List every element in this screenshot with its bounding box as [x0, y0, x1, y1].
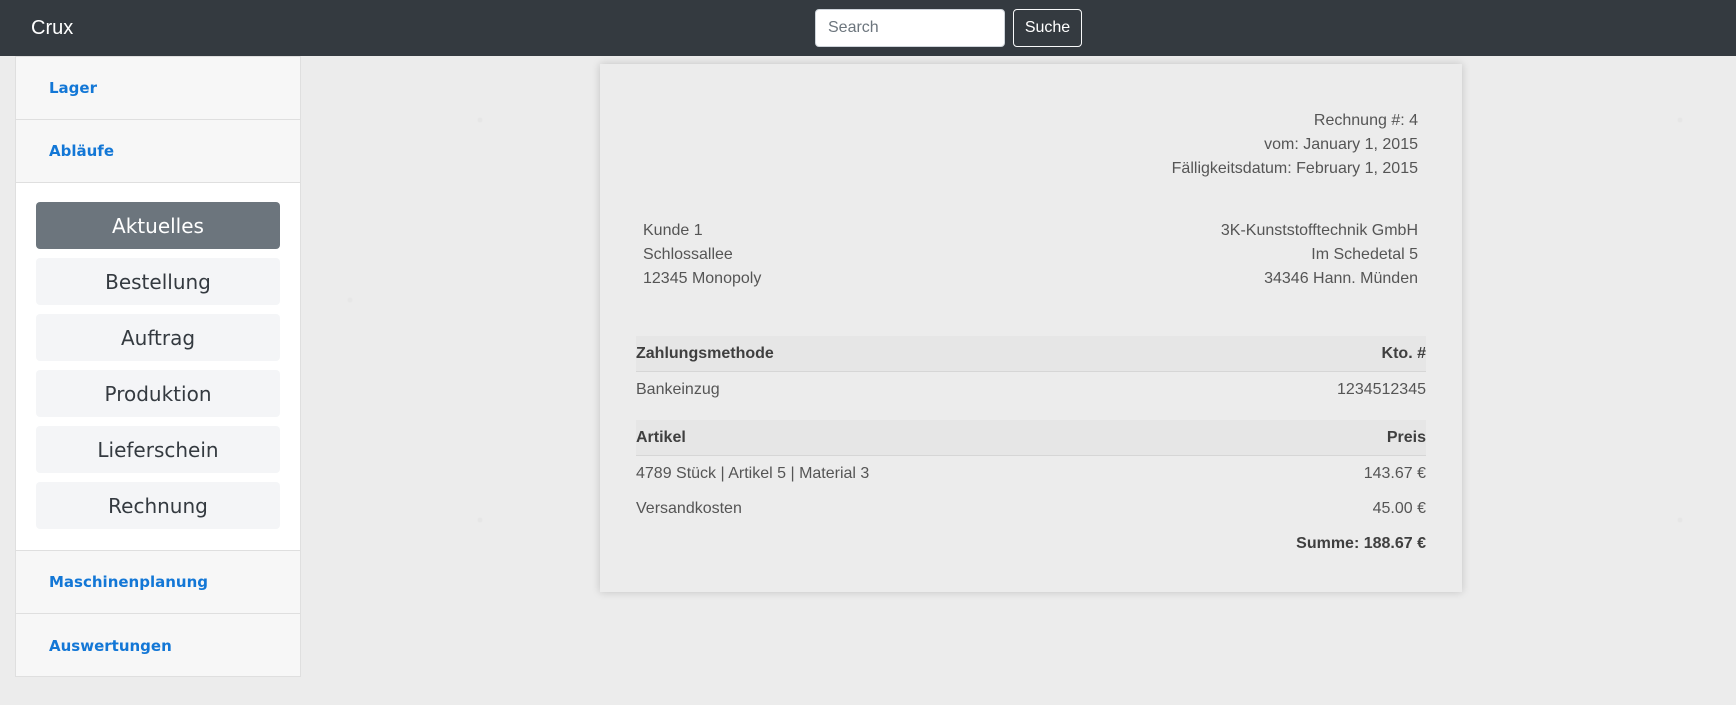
company-street: Im Schedetal 5 [1311, 246, 1418, 263]
total-row: Summe: 188.67 € [636, 526, 1426, 561]
customer-street: Schlossallee [643, 246, 733, 263]
ablaeufe-submenu: Aktuelles Bestellung Auftrag Produktion … [16, 183, 300, 551]
table-row: Versandkosten 45.00 € [636, 491, 1426, 526]
customer-address: Kunde 1 Schlossallee 12345 Monopoly [643, 219, 761, 291]
sidebar-section-lager[interactable]: Lager [16, 57, 300, 120]
price-heading: Preis [1386, 428, 1426, 446]
invoice-total: Summe: 188.67 € [1296, 534, 1426, 552]
payment-table: Zahlungsmethode Kto. # Bankeinzug 123451… [636, 336, 1426, 407]
submenu-item-lieferschein[interactable]: Lieferschein [36, 426, 280, 473]
account-heading: Kto. # [1381, 344, 1426, 362]
top-navbar: Crux Suche [0, 0, 1736, 56]
items-table: Artikel Preis 4789 Stück | Artikel 5 | M… [636, 420, 1426, 561]
submenu-item-aktuelles[interactable]: Aktuelles [36, 202, 280, 249]
invoice-date: vom: January 1, 2015 [1264, 136, 1418, 153]
submenu-item-produktion[interactable]: Produktion [36, 370, 280, 417]
payment-header: Zahlungsmethode Kto. # [636, 336, 1426, 372]
submenu-item-rechnung[interactable]: Rechnung [36, 482, 280, 529]
sidebar-section-maschinenplanung[interactable]: Maschinenplanung [16, 551, 300, 614]
brand-logo[interactable]: Crux [31, 17, 73, 40]
company-address: 3K-Kunststofftechnik GmbH Im Schedetal 5… [1221, 219, 1418, 291]
submenu-item-bestellung[interactable]: Bestellung [36, 258, 280, 305]
sidebar-section-label: Auswertungen [49, 636, 172, 655]
payment-row: Bankeinzug 1234512345 [636, 372, 1426, 407]
customer-name: Kunde 1 [643, 222, 703, 239]
sidebar-section-ablaeufe[interactable]: Abläufe [16, 120, 300, 183]
item-price: 45.00 € [1372, 499, 1426, 517]
payment-method-heading: Zahlungsmethode [636, 344, 774, 362]
invoice-meta: Rechnung #: 4 vom: January 1, 2015 Fälli… [1172, 109, 1418, 181]
item-name: Versandkosten [636, 499, 742, 517]
company-name: 3K-Kunststofftechnik GmbH [1220, 222, 1418, 239]
customer-city: 12345 Monopoly [643, 270, 762, 287]
table-row: 4789 Stück | Artikel 5 | Material 3 143.… [636, 456, 1426, 491]
search-button[interactable]: Suche [1013, 9, 1082, 47]
sidebar-section-label: Abläufe [49, 142, 114, 160]
account-number: 1234512345 [1337, 380, 1426, 398]
items-header: Artikel Preis [636, 420, 1426, 456]
payment-method: Bankeinzug [636, 380, 720, 398]
sidebar-section-auswertungen[interactable]: Auswertungen [16, 614, 300, 677]
item-name: 4789 Stück | Artikel 5 | Material 3 [636, 464, 870, 482]
company-city: 34346 Hann. Münden [1264, 270, 1418, 287]
sidebar-section-label: Maschinenplanung [49, 573, 208, 591]
submenu-item-auftrag[interactable]: Auftrag [36, 314, 280, 361]
invoice-due-date: Fälligkeitsdatum: February 1, 2015 [1171, 160, 1418, 177]
invoice-card: Rechnung #: 4 vom: January 1, 2015 Fälli… [600, 64, 1462, 592]
search-input[interactable] [815, 9, 1005, 47]
item-price: 143.67 € [1363, 464, 1426, 482]
article-heading: Artikel [636, 428, 686, 446]
sidebar-section-label: Lager [49, 79, 97, 97]
sidebar: Lager Abläufe Aktuelles Bestellung Auftr… [15, 56, 301, 677]
invoice-number: Rechnung #: 4 [1313, 112, 1418, 129]
